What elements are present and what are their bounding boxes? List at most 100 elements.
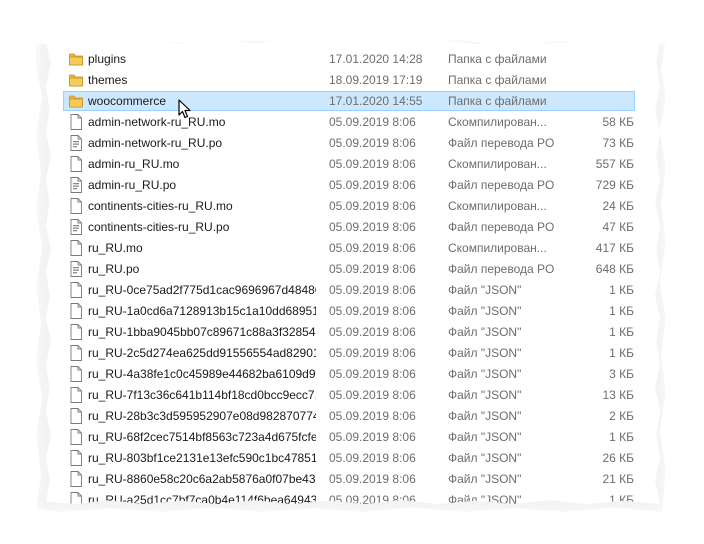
file-row[interactable]: ru_RU-803bf1ce2131e13efc590c1bc47851... 0… xyxy=(46,448,660,469)
file-date-modified: 05.09.2019 8:06 xyxy=(329,346,416,360)
file-type: Файл "JSON" xyxy=(448,346,522,360)
file-size: 648 КБ xyxy=(595,262,634,276)
explorer-file-list-window: plugins 17.01.2020 14:28 Папка с файлами th… xyxy=(46,40,660,504)
file-date-modified: 05.09.2019 8:06 xyxy=(329,115,416,129)
file-size: 557 КБ xyxy=(595,157,634,171)
po-file-icon xyxy=(69,219,83,235)
file-row[interactable]: ru_RU-68f2cec7514bf8563c723a4d675fcfe...… xyxy=(46,427,660,448)
file-type: Файл "JSON" xyxy=(448,451,522,465)
file-date-modified: 05.09.2019 8:06 xyxy=(329,136,416,150)
file-type: Скомпилирован... xyxy=(448,199,547,213)
file-row[interactable]: ru_RU-a25d1cc7bf7ca0b4e114f6bea64943... 0… xyxy=(46,490,660,504)
folder-icon xyxy=(69,72,83,88)
file-icon xyxy=(69,114,83,130)
file-type: Файл перевода PO xyxy=(448,262,555,276)
file-type: Папка с файлами xyxy=(448,73,547,87)
po-file-icon xyxy=(69,261,83,277)
file-type: Скомпилирован... xyxy=(448,157,547,171)
file-size: 13 КБ xyxy=(602,388,634,402)
file-type: Файл "JSON" xyxy=(448,409,522,423)
file-date-modified: 05.09.2019 8:06 xyxy=(329,283,416,297)
file-date-modified: 05.09.2019 8:06 xyxy=(329,220,416,234)
file-type: Файл "JSON" xyxy=(448,388,522,402)
file-date-modified: 05.09.2019 8:06 xyxy=(329,304,416,318)
file-row[interactable]: woocommerce 17.01.2020 14:55 Папка с файла… xyxy=(46,91,660,112)
file-row[interactable]: ru_RU-7f13c36c641b114bf18cd0bcc9ecc7... 0… xyxy=(46,385,660,406)
file-icon xyxy=(69,156,83,172)
file-type: Файл "JSON" xyxy=(448,283,522,297)
file-row[interactable]: continents-cities-ru_RU.po 05.09.2019 8:0… xyxy=(46,217,660,238)
file-row[interactable]: ru_RU-1a0cd6a7128913b15c1a10dd68951... 05… xyxy=(46,301,660,322)
file-size: 58 КБ xyxy=(602,115,634,129)
file-date-modified: 05.09.2019 8:06 xyxy=(329,157,416,171)
file-name: admin-ru_RU.po xyxy=(88,178,177,192)
file-date-modified: 17.01.2020 14:55 xyxy=(329,94,423,108)
file-type: Файл перевода PO xyxy=(448,178,555,192)
file-icon xyxy=(69,471,83,487)
folder-icon xyxy=(69,93,83,109)
file-size: 417 КБ xyxy=(595,241,634,255)
file-date-modified: 17.01.2020 14:28 xyxy=(329,52,423,66)
file-size: 47 КБ xyxy=(602,220,634,234)
file-date-modified: 18.09.2019 17:19 xyxy=(329,73,423,87)
file-row[interactable]: themes 18.09.2019 17:19 Папка с файлами xyxy=(46,70,660,91)
file-name: ru_RU-1a0cd6a7128913b15c1a10dd68951... xyxy=(88,304,316,318)
file-type: Файл "JSON" xyxy=(448,367,522,381)
file-row[interactable]: ru_RU-4a38fe1c0c45989e44682ba6109d9f... 0… xyxy=(46,364,660,385)
file-name: woocommerce xyxy=(88,94,167,108)
file-size: 1 КБ xyxy=(609,304,634,318)
file-icon xyxy=(69,366,83,382)
file-date-modified: 05.09.2019 8:06 xyxy=(329,325,416,339)
file-row[interactable]: ru_RU-0ce75ad2f775d1cac9696967d48480... 0… xyxy=(46,280,660,301)
file-name: ru_RU-4a38fe1c0c45989e44682ba6109d9f... xyxy=(88,367,316,381)
file-type: Папка с файлами xyxy=(448,52,547,66)
file-date-modified: 05.09.2019 8:06 xyxy=(329,262,416,276)
file-date-modified: 05.09.2019 8:06 xyxy=(329,241,416,255)
po-file-icon xyxy=(69,177,83,193)
file-row[interactable]: continents-cities-ru_RU.mo 05.09.2019 8:0… xyxy=(46,196,660,217)
file-name: admin-network-ru_RU.mo xyxy=(88,115,226,129)
file-size: 3 КБ xyxy=(609,367,634,381)
file-type: Скомпилирован... xyxy=(448,241,547,255)
file-date-modified: 05.09.2019 8:06 xyxy=(329,409,416,423)
file-type: Скомпилирован... xyxy=(448,115,547,129)
file-icon xyxy=(69,345,83,361)
file-row[interactable]: ru_RU-28b3c3d595952907e08d982870774... 05… xyxy=(46,406,660,427)
file-name: continents-cities-ru_RU.mo xyxy=(88,199,233,213)
file-name: admin-network-ru_RU.po xyxy=(88,136,223,150)
file-name: ru_RU-803bf1ce2131e13efc590c1bc47851... xyxy=(88,451,316,465)
file-type: Файл "JSON" xyxy=(448,472,522,486)
file-row[interactable]: plugins 17.01.2020 14:28 Папка с файлами xyxy=(46,49,660,70)
file-date-modified: 05.09.2019 8:06 xyxy=(329,493,416,504)
file-size: 1 КБ xyxy=(609,283,634,297)
file-row[interactable]: admin-ru_RU.mo 05.09.2019 8:06 Скомпилиров… xyxy=(46,154,660,175)
file-size: 2 КБ xyxy=(609,409,634,423)
file-icon xyxy=(69,429,83,445)
po-file-icon xyxy=(69,135,83,151)
folder-icon xyxy=(69,51,83,67)
file-row[interactable]: admin-ru_RU.po 05.09.2019 8:06 Файл перево… xyxy=(46,175,660,196)
file-name: ru_RU-1bba9045bb07c89671c88a3f32854... xyxy=(88,325,316,339)
file-row[interactable]: admin-network-ru_RU.po 05.09.2019 8:06 Фай… xyxy=(46,133,660,154)
file-row[interactable]: ru_RU-1bba9045bb07c89671c88a3f32854... 05… xyxy=(46,322,660,343)
file-name: ru_RU-8860e58c20c6a2ab5876a0f07be43b... xyxy=(88,472,316,486)
file-date-modified: 05.09.2019 8:06 xyxy=(329,388,416,402)
file-name: ru_RU-2c5d274ea625dd91556554ad82901... xyxy=(88,346,316,360)
file-size: 24 КБ xyxy=(602,199,634,213)
file-name: ru_RU-28b3c3d595952907e08d982870774... xyxy=(88,409,316,423)
file-icon xyxy=(69,324,83,340)
file-row[interactable]: ru_RU.po 05.09.2019 8:06 Файл перевода PO 6… xyxy=(46,259,660,280)
file-icon xyxy=(69,387,83,403)
file-name: continents-cities-ru_RU.po xyxy=(88,220,230,234)
file-icon xyxy=(69,240,83,256)
file-icon xyxy=(69,492,83,504)
file-row[interactable]: ru_RU.mo 05.09.2019 8:06 Скомпилирован... 4… xyxy=(46,238,660,259)
file-row[interactable]: ru_RU-8860e58c20c6a2ab5876a0f07be43b... 0… xyxy=(46,469,660,490)
file-icon xyxy=(69,450,83,466)
mouse-cursor-icon xyxy=(178,99,191,119)
file-size: 21 КБ xyxy=(602,472,634,486)
file-row[interactable]: admin-network-ru_RU.mo 05.09.2019 8:06 Ско… xyxy=(46,112,660,133)
file-name: ru_RU.mo xyxy=(88,241,143,255)
file-row[interactable]: ru_RU-2c5d274ea625dd91556554ad82901... 05… xyxy=(46,343,660,364)
file-type: Папка с файлами xyxy=(448,94,547,108)
